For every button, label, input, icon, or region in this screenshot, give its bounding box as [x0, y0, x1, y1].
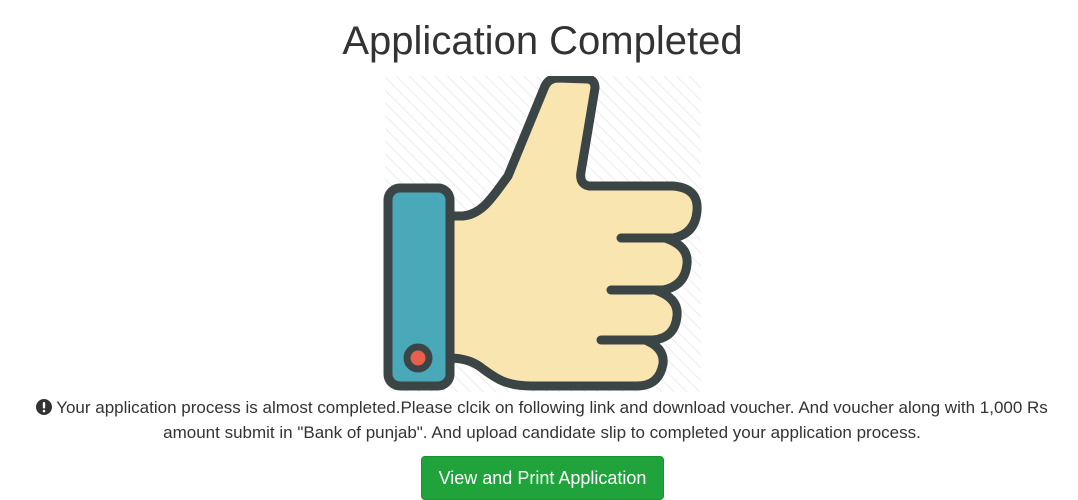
page-title: Application Completed	[342, 19, 743, 63]
completion-notice: Your application process is almost compl…	[6, 395, 1078, 445]
notice-text: Your application process is almost compl…	[56, 398, 1048, 442]
application-complete-page: Application Completed Your application p…	[0, 0, 1078, 500]
view-print-application-button[interactable]: View and Print Application	[421, 456, 664, 500]
thumbs-up-illustration	[383, 76, 703, 392]
thumbs-up-icon	[383, 76, 702, 392]
info-circle-icon	[36, 397, 53, 415]
